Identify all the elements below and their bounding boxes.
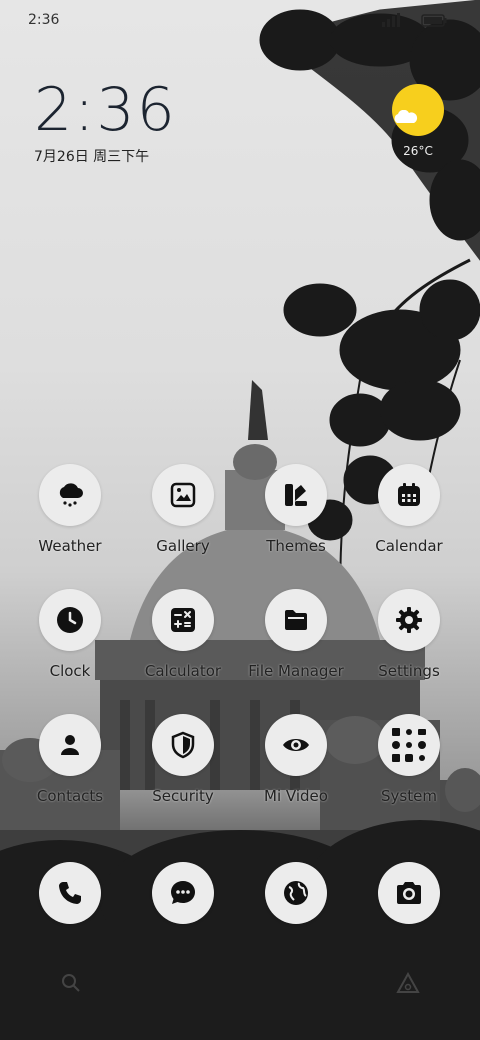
- app-contacts[interactable]: Contacts: [20, 714, 120, 824]
- app-label: Themes: [266, 537, 326, 555]
- app-calendar[interactable]: Calendar: [359, 464, 459, 574]
- clock-widget-time: 2:36: [34, 75, 177, 145]
- home-screen: 2:36 2:36 7月26日 周三下午 26°C Weather Galler…: [0, 0, 480, 1040]
- weather-temperature: 26°C: [403, 144, 433, 158]
- status-icons: [382, 13, 447, 27]
- dock-camera[interactable]: [359, 862, 459, 926]
- app-settings[interactable]: Settings: [359, 589, 459, 699]
- app-label: Mi Video: [264, 787, 328, 805]
- themes-icon: [265, 464, 327, 526]
- app-label: Security: [152, 787, 214, 805]
- gallery-icon: [152, 464, 214, 526]
- weather-widget[interactable]: 26°C: [386, 82, 450, 162]
- clock-icon: [39, 589, 101, 651]
- app-clock[interactable]: Clock: [20, 589, 120, 699]
- weather-icon: [39, 464, 101, 526]
- messages-icon: [152, 862, 214, 924]
- cloud-icon: [394, 110, 418, 123]
- app-security[interactable]: Security: [133, 714, 233, 824]
- browser-icon: [265, 862, 327, 924]
- app-system-folder[interactable]: System: [359, 714, 459, 824]
- clock-widget-date: 7月26日 周三下午: [34, 149, 150, 165]
- dock-messages[interactable]: [133, 862, 233, 926]
- phone-icon: [39, 862, 101, 924]
- signal-icon: [382, 13, 400, 27]
- app-label: Clock: [49, 662, 91, 680]
- app-file-manager[interactable]: File Manager: [246, 589, 346, 699]
- app-label: Weather: [38, 537, 102, 555]
- status-bar: 2:36: [0, 0, 480, 40]
- app-folder-icon: [378, 714, 440, 776]
- app-calculator[interactable]: Calculator: [133, 589, 233, 699]
- battery-icon: [421, 14, 447, 27]
- navigation-bar: [0, 960, 480, 1000]
- app-mi-video[interactable]: Mi Video: [246, 714, 346, 824]
- shield-icon: [152, 714, 214, 776]
- camera-icon: [378, 862, 440, 924]
- gear-icon: [378, 589, 440, 651]
- contacts-icon: [39, 714, 101, 776]
- app-label: Calendar: [375, 537, 443, 555]
- app-label: Gallery: [156, 537, 210, 555]
- calculator-icon: [152, 589, 214, 651]
- app-gallery[interactable]: Gallery: [133, 464, 233, 574]
- app-label: Contacts: [36, 787, 104, 805]
- eye-icon: [265, 714, 327, 776]
- dock: [0, 862, 480, 926]
- app-label: Settings: [378, 662, 440, 680]
- search-icon[interactable]: [60, 972, 82, 994]
- status-time: 2:36: [28, 12, 60, 28]
- app-themes[interactable]: Themes: [246, 464, 346, 574]
- app-label: Calculator: [144, 662, 222, 680]
- assistant-icon[interactable]: [396, 972, 420, 994]
- clock-widget[interactable]: 2:36 7月26日 周三下午: [34, 78, 177, 166]
- dock-browser[interactable]: [246, 862, 346, 926]
- app-weather[interactable]: Weather: [20, 464, 120, 574]
- folder-icon: [265, 589, 327, 651]
- app-label: System: [381, 787, 437, 805]
- dock-phone[interactable]: [20, 862, 120, 926]
- calendar-icon: [378, 464, 440, 526]
- app-label: File Manager: [248, 662, 344, 680]
